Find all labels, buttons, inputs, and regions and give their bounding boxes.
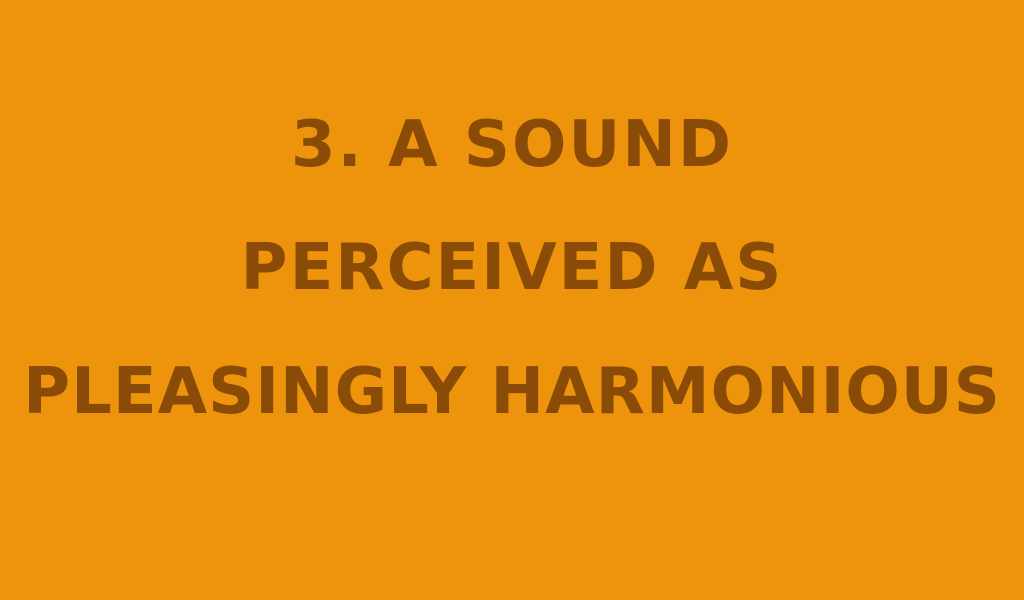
slide-text-line-1: 3. A SOUND	[290, 108, 734, 182]
slide: 3. A SOUND PERCEIVED AS PLEASINGLY HARMO…	[0, 0, 1024, 600]
slide-text-line-3: PLEASINGLY HARMONIOUS	[23, 355, 1001, 429]
slide-text-line-2: PERCEIVED AS	[240, 231, 784, 305]
